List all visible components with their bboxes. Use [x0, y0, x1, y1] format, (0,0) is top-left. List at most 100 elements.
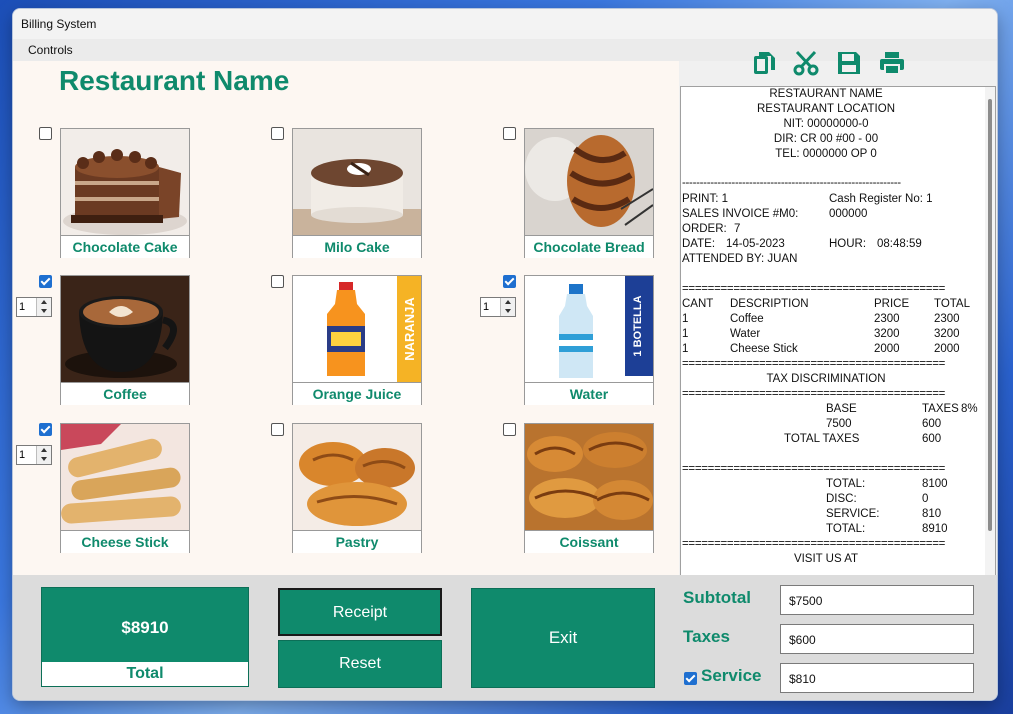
restaurant-name: Restaurant Name: [59, 65, 290, 96]
chocolate-cake-image: [61, 129, 189, 235]
receipt-header-tel: TEL: 0000000 OP 0: [775, 148, 877, 160]
receipt-base-value: 7500: [826, 418, 852, 430]
receipt-scrollbar[interactable]: [985, 87, 995, 575]
juice-band-text: NARANJA: [402, 297, 417, 361]
qty-stepper-water[interactable]: 1: [480, 297, 516, 317]
receipt-toolbar: [679, 41, 997, 85]
receipt-item-price: 2000: [874, 343, 900, 355]
product-label: Milo Cake: [293, 235, 421, 258]
checkbox-coffee[interactable]: [39, 275, 52, 288]
receipt-item-total: 3200: [934, 328, 960, 340]
checkbox-pastry[interactable]: [271, 423, 284, 436]
billing-window: Billing System Controls Restaurant Name: [13, 9, 997, 700]
receipt-service-label: SERVICE:: [826, 508, 880, 520]
product-water[interactable]: 1 BOTELLA Water: [524, 275, 654, 405]
product-coffee[interactable]: Coffee: [60, 275, 190, 405]
exit-button[interactable]: Exit: [471, 588, 655, 688]
checkbox-coissant[interactable]: [503, 423, 516, 436]
total-amount: $8910: [121, 618, 169, 637]
receipt-taxes-label: TAXES: [922, 403, 959, 415]
receipt-header-name: RESTAURANT NAME: [769, 88, 883, 100]
menu-controls[interactable]: Controls: [28, 43, 73, 57]
scroll-thumb[interactable]: [988, 99, 992, 531]
product-label: Orange Juice: [293, 382, 421, 405]
product-orange-juice[interactable]: NARANJA Orange Juice: [292, 275, 422, 405]
product-cheese-stick[interactable]: Cheese Stick: [60, 423, 190, 553]
receipt-invoice-label: SALES INVOICE #M0:: [682, 208, 799, 220]
service-label: Service: [701, 666, 762, 685]
coffee-image: [61, 276, 189, 382]
checkbox-orange-juice[interactable]: [271, 275, 284, 288]
stepper-buttons: [36, 298, 51, 316]
checkbox-cheese-stick[interactable]: [39, 423, 52, 436]
receipt-header-nit: NIT: 00000000-0: [783, 118, 869, 130]
receipt-divider: ========================================…: [682, 388, 946, 400]
qty-stepper-coffee[interactable]: 1: [16, 297, 52, 317]
receipt-disc-label: DISC:: [826, 493, 857, 505]
receipt-base-label: BASE: [826, 403, 857, 415]
total-label: Total: [42, 662, 248, 686]
receipt-divider: ========================================…: [682, 463, 946, 475]
window-title: Billing System: [21, 17, 97, 31]
receipt-invoice-value: 000000: [829, 208, 868, 220]
service-field[interactable]: $810: [780, 663, 974, 693]
receipt-grand-total-value: 8910: [922, 523, 948, 535]
receipt-item-cant: 1: [682, 343, 689, 355]
product-chocolate-bread[interactable]: Chocolate Bread: [524, 128, 654, 258]
checkbox-chocolate-bread[interactable]: [503, 127, 516, 140]
receipt-tax-title: TAX DISCRIMINATION: [766, 373, 886, 385]
receipt-total-taxes-value: 600: [922, 433, 942, 445]
product-pastry[interactable]: Pastry: [292, 423, 422, 553]
product-label: Chocolate Cake: [61, 235, 189, 258]
reset-button[interactable]: Reset: [278, 640, 442, 688]
title-bar[interactable]: Billing System: [13, 9, 997, 39]
receipt-col-description: DESCRIPTION: [730, 298, 809, 310]
receipt-item-price: 3200: [874, 328, 900, 340]
receipt-total-value: 8100: [922, 478, 948, 490]
subtotal-field[interactable]: $7500: [780, 585, 974, 615]
receipt-cash-register: Cash Register No: 1: [829, 193, 933, 205]
copy-icon[interactable]: [751, 50, 777, 76]
product-chocolate-cake[interactable]: Chocolate Cake: [60, 128, 190, 258]
cheese-stick-image: [61, 424, 189, 530]
receipt-taxes-rate: 8%: [961, 403, 978, 415]
water-band-text: 1 BOTELLA: [632, 295, 644, 356]
receipt-item-price: 2300: [874, 313, 900, 325]
receipt-print: PRINT: 1: [682, 193, 729, 205]
checkbox-water[interactable]: [503, 275, 516, 288]
receipt-hour-label: HOUR:: [829, 238, 867, 250]
cut-icon[interactable]: [793, 50, 819, 76]
service-checkbox[interactable]: [684, 672, 697, 685]
qty-down-arrow-icon[interactable]: [37, 307, 51, 316]
receipt-col-total: TOTAL: [934, 298, 970, 310]
receipt-button[interactable]: Receipt: [278, 588, 442, 636]
receipt-item-description: Water: [730, 328, 761, 340]
receipt-taxes-value: 600: [922, 418, 942, 430]
qty-down-arrow-icon[interactable]: [37, 455, 51, 464]
croissant-image: [525, 424, 653, 530]
milo-cake-image: [293, 129, 421, 235]
receipt-date-label: DATE:: [682, 238, 716, 250]
receipt-preview[interactable]: RESTAURANT NAME RESTAURANT LOCATION NIT:…: [680, 86, 996, 576]
receipt-header-location: RESTAURANT LOCATION: [756, 103, 896, 115]
qty-value: 1: [19, 449, 26, 461]
chocolate-bread-image: [525, 129, 653, 235]
receipt-item-description: Cheese Stick: [730, 343, 798, 355]
qty-value: 1: [19, 301, 26, 313]
checkbox-chocolate-cake[interactable]: [39, 127, 52, 140]
product-coissant[interactable]: Coissant: [524, 423, 654, 553]
save-icon[interactable]: [836, 50, 862, 76]
product-label: Coissant: [525, 530, 653, 553]
print-icon[interactable]: [879, 50, 905, 76]
taxes-field[interactable]: $600: [780, 624, 974, 654]
product-label: Water: [525, 382, 653, 405]
orange-juice-image: NARANJA: [293, 276, 421, 382]
qty-down-arrow-icon[interactable]: [501, 307, 515, 316]
receipt-order-label: ORDER:: [682, 223, 727, 235]
product-milo-cake[interactable]: Milo Cake: [292, 128, 422, 258]
receipt-order-value: 7: [734, 223, 741, 235]
qty-stepper-cheese-stick[interactable]: 1: [16, 445, 52, 465]
subtotal-label: Subtotal: [683, 588, 751, 607]
receipt-col-price: PRICE: [874, 298, 910, 310]
checkbox-milo-cake[interactable]: [271, 127, 284, 140]
